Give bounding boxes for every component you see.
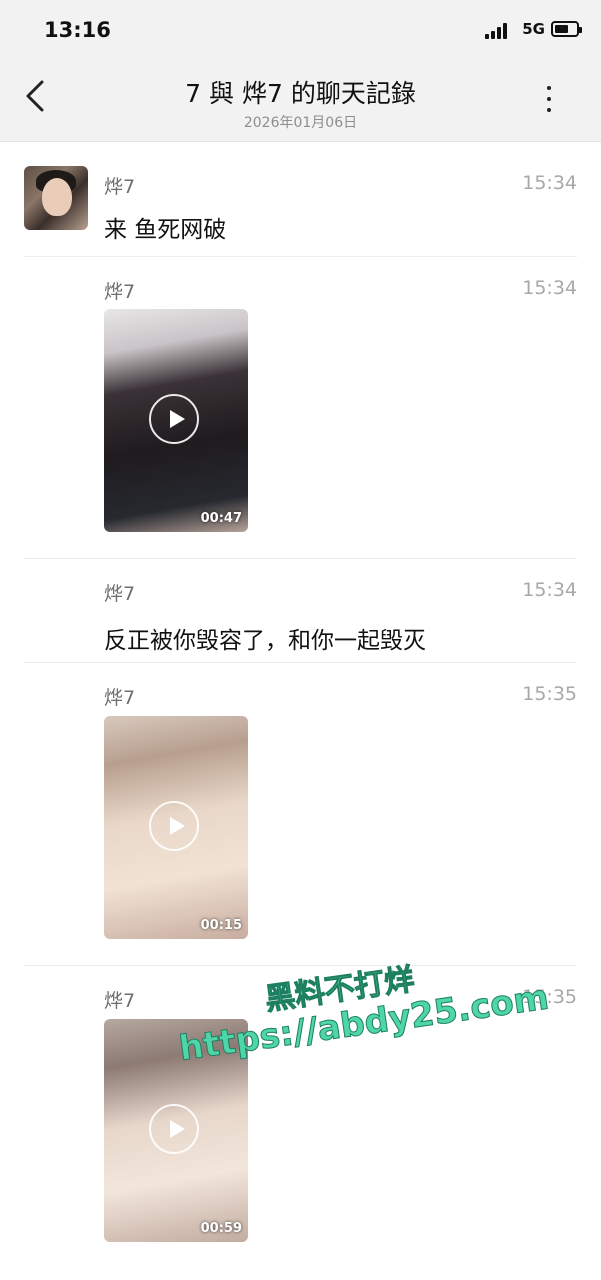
video-duration: 00:47	[200, 511, 242, 526]
avatar[interactable]	[24, 166, 88, 230]
message-item: 烨7 15:34 00:47	[0, 257, 601, 559]
sender-name: 烨7	[104, 583, 136, 605]
status-icons: 5G	[469, 20, 582, 42]
message-time: 15:34	[522, 277, 577, 299]
message-text: 来 鱼死网破	[104, 217, 227, 243]
chat-header: 7 與 烨7 的聊天記錄 2026年01月06日	[0, 60, 601, 142]
video-duration: 00:59	[200, 1221, 242, 1236]
more-button[interactable]	[537, 82, 561, 116]
battery-icon	[551, 21, 582, 37]
message-time: 15:35	[522, 986, 577, 1008]
message-time: 15:34	[522, 172, 577, 194]
video-thumbnail[interactable]: 00:47	[104, 309, 248, 532]
sender-name: 烨7	[104, 281, 136, 303]
message-time: 15:35	[522, 683, 577, 705]
message-item: 烨7 15:35 00:59	[0, 966, 601, 1266]
sender-name: 烨7	[104, 176, 136, 198]
chat-title: 7 與 烨7 的聊天記錄	[185, 79, 416, 108]
network-type: 5G	[522, 20, 545, 38]
more-vertical-icon	[547, 86, 551, 90]
sender-name: 烨7	[104, 990, 136, 1012]
play-icon	[149, 801, 199, 851]
message-item: 烨7 15:35 00:15	[0, 663, 601, 965]
message-time: 15:34	[522, 579, 577, 601]
message-item: 烨7 15:34 来 鱼死网破	[0, 142, 601, 256]
message-text: 反正被你毁容了，和你一起毁灭	[104, 628, 426, 654]
sender-name: 烨7	[104, 687, 136, 709]
play-icon	[149, 1104, 199, 1154]
status-bar: 13:16 5G	[0, 0, 601, 60]
chat-date: 2026年01月06日	[243, 115, 358, 131]
video-thumbnail[interactable]: 00:15	[104, 716, 248, 939]
video-duration: 00:15	[200, 918, 242, 933]
message-item: 烨7 15:34 反正被你毁容了，和你一起毁灭	[0, 559, 601, 663]
status-time: 13:16	[44, 18, 111, 42]
video-thumbnail[interactable]: 00:59	[104, 1019, 248, 1242]
play-icon	[149, 394, 199, 444]
signal-icon	[485, 23, 509, 39]
